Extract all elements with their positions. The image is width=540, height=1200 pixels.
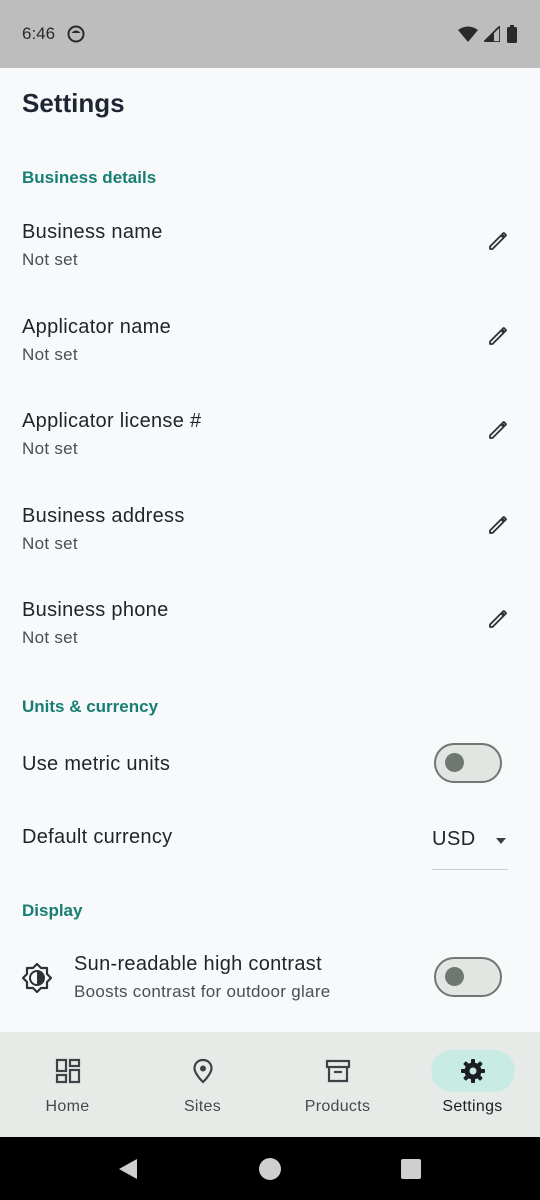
nav-label: Settings — [442, 1098, 503, 1115]
setting-value: Not set — [22, 250, 78, 269]
setting-row-applicator-license[interactable]: Applicator license # Not set — [0, 410, 540, 459]
home-circle-icon[interactable] — [258, 1157, 282, 1181]
dashboard-icon — [55, 1058, 80, 1084]
edit-pencil-icon[interactable] — [486, 324, 510, 348]
metric-units-toggle[interactable] — [434, 743, 502, 783]
setting-label: Applicator license # — [22, 410, 202, 432]
face-icon — [67, 25, 85, 43]
setting-label: Applicator name — [22, 316, 172, 338]
setting-value: Not set — [22, 345, 78, 364]
setting-row-business-name[interactable]: Business name Not set — [0, 221, 540, 270]
nav-icon-container — [161, 1050, 245, 1092]
setting-value: Not set — [22, 534, 78, 553]
section-header-business: Business details — [22, 168, 157, 187]
gear-icon — [460, 1059, 485, 1083]
nav-item-sites[interactable]: Sites — [135, 1032, 270, 1137]
archive-box-icon — [325, 1059, 350, 1083]
setting-label: Business address — [22, 505, 185, 527]
toggle-knob — [445, 967, 464, 986]
edit-pencil-icon[interactable] — [486, 418, 510, 442]
brightness-contrast-icon — [22, 963, 52, 993]
recents-square-icon[interactable] — [400, 1158, 422, 1180]
toggle-knob — [445, 753, 464, 772]
setting-value: Not set — [22, 439, 78, 458]
battery-icon — [507, 25, 517, 43]
nav-item-products[interactable]: Products — [270, 1032, 405, 1137]
setting-label: Business name — [22, 221, 163, 243]
wifi-icon — [458, 26, 478, 42]
high-contrast-toggle[interactable] — [434, 957, 502, 997]
nav-label: Home — [45, 1098, 90, 1115]
nav-icon-container — [296, 1050, 380, 1092]
section-header-display: Display — [22, 901, 83, 920]
status-time: 6:46 — [22, 24, 56, 43]
edit-pencil-icon[interactable] — [486, 607, 510, 631]
setting-row-high-contrast[interactable]: Sun-readable high contrast Boosts contra… — [0, 953, 540, 1002]
back-triangle-icon[interactable] — [117, 1157, 139, 1181]
status-bar: 6:46 — [0, 0, 540, 68]
bottom-navigation: Home Sites Products Settings — [0, 1032, 540, 1137]
nav-icon-container — [430, 1050, 515, 1092]
nav-label: Products — [304, 1098, 371, 1115]
currency-value: USD — [432, 828, 476, 850]
setting-label: Business phone — [22, 599, 169, 621]
nav-item-settings[interactable]: Settings — [405, 1032, 540, 1137]
setting-row-applicator-name[interactable]: Applicator name Not set — [0, 316, 540, 365]
signal-icon — [484, 26, 500, 42]
nav-label: Sites — [183, 1098, 222, 1115]
edit-pencil-icon[interactable] — [486, 229, 510, 253]
nav-icon-container — [26, 1050, 110, 1092]
section-header-units: Units & currency — [22, 697, 159, 716]
system-navigation-bar — [0, 1137, 540, 1200]
setting-row-metric-units[interactable]: Use metric units — [0, 743, 540, 783]
nav-item-home[interactable]: Home — [0, 1032, 135, 1137]
location-pin-icon — [192, 1058, 213, 1084]
setting-row-business-address[interactable]: Business address Not set — [0, 505, 540, 554]
edit-pencil-icon[interactable] — [486, 513, 510, 537]
currency-dropdown[interactable]: USD — [432, 826, 508, 870]
setting-row-business-phone[interactable]: Business phone Not set — [0, 599, 540, 648]
dropdown-arrow-icon — [496, 838, 506, 844]
page-title: Settings — [22, 88, 125, 118]
setting-row-default-currency[interactable]: Default currency USD — [0, 826, 540, 870]
setting-value: Not set — [22, 628, 78, 647]
